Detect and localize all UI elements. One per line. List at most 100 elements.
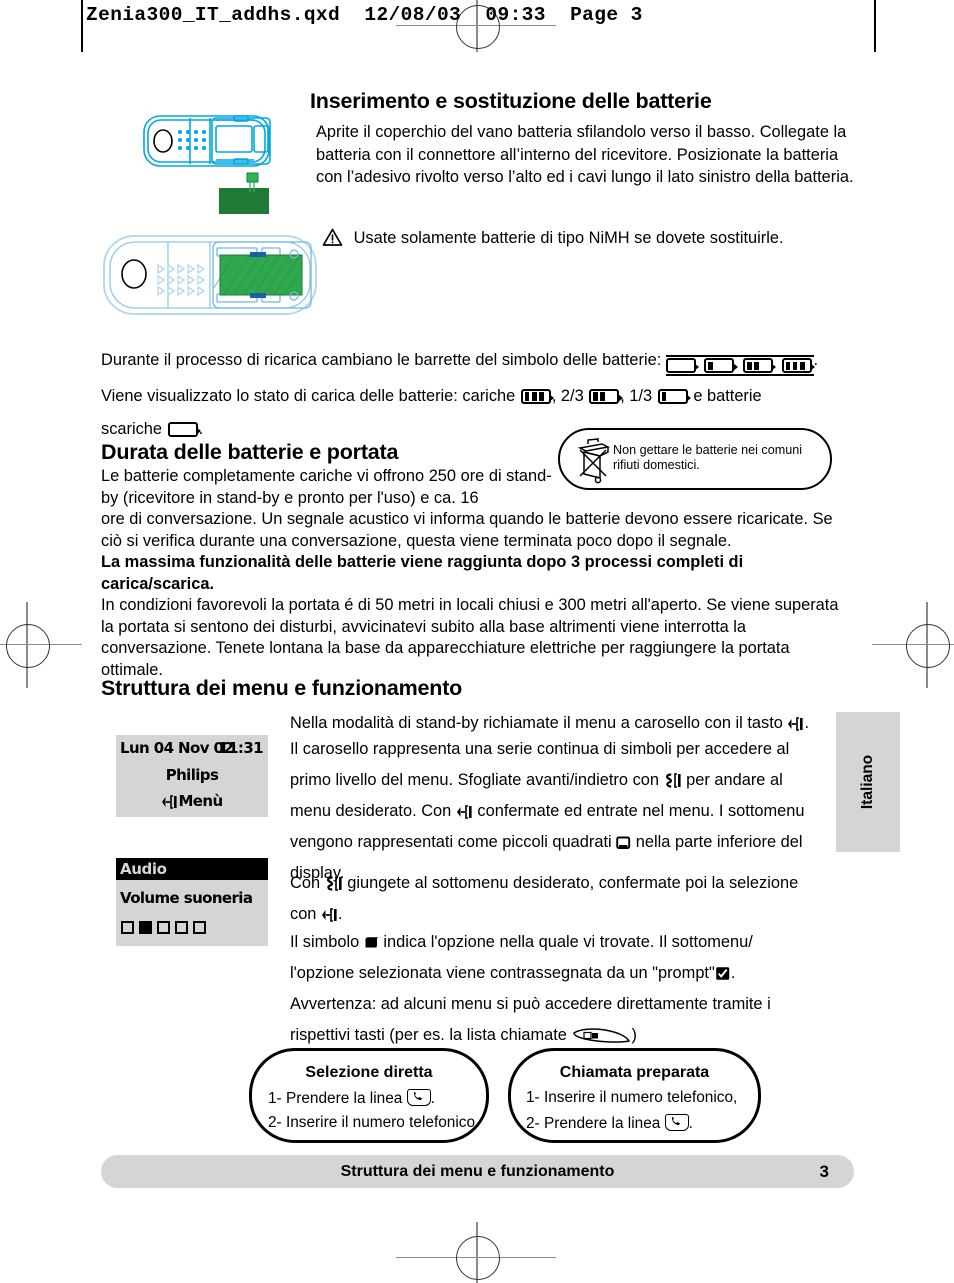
direct-dial-step-1-period: .: [430, 1090, 435, 1107]
menu-key-icon: [456, 804, 473, 826]
menu-text-4a: menu desiderato. Con: [290, 802, 452, 820]
menu-text-line-3: primo livello del menu. Sfogliate avanti…: [290, 770, 850, 795]
menu-text-7a: Con: [290, 874, 321, 892]
menu-text-9b: indica l'opzione nella quale vi trovate.…: [383, 933, 753, 951]
filled-square-icon: [139, 921, 152, 934]
prepared-call-step-2-period: .: [688, 1115, 693, 1132]
menu-text-line-7: Con giungete al sottomenu desiderato, co…: [290, 873, 850, 898]
menu-text-8a: con: [290, 905, 317, 923]
menu-text-1a: Nella modalità di stand-by richiamate il…: [290, 714, 783, 732]
charge-state-line: Viene visualizzato lo stato di carica de…: [101, 386, 871, 408]
menu-text-1b: .: [804, 714, 809, 732]
duration-paragraph-2: ore di conversazione. Un segnale acustic…: [101, 510, 833, 550]
direct-dial-step-2: 2- Inserire il numero telefonico.: [268, 1114, 480, 1131]
charging-sequence-line: Durante il processo di ricarica cambiano…: [101, 350, 871, 377]
menu-text-5b: nella parte inferiore del: [635, 833, 803, 851]
battery-one-third-icon: [704, 358, 738, 374]
battery-full-icon: [781, 358, 816, 374]
menu-text-line-5: vengono rappresentati come piccoli quadr…: [290, 832, 850, 857]
prompt-checkbox-icon: [715, 966, 731, 988]
menu-key-icon: [161, 795, 178, 813]
menu-text-line-1: Nella modalità di stand-by richiamate il…: [290, 708, 850, 742]
footer-title: Struttura dei menu e funzionamento: [340, 1163, 615, 1180]
lcd-standby-display: Lun 04 Nov 02 11:31 Philips Menù: [116, 735, 268, 817]
menu-text-10a: l'opzione selezionata viene contrassegna…: [290, 964, 715, 982]
handset-illustration-battery-installed: [100, 228, 325, 323]
menu-text-3a: primo livello del menu. Sfogliate avanti…: [290, 771, 659, 789]
menu-text-12a: rispettivi tasti (per es. la lista chiam…: [290, 1026, 567, 1044]
lcd-standby-brand: Philips: [165, 766, 219, 784]
footer-page-number: 3: [819, 1162, 829, 1181]
lcd-menu-item: Volume suoneria: [120, 889, 253, 907]
prepared-call-step-1: 1- Inserire il numero telefonico,: [526, 1089, 738, 1106]
lcd-menu-display: Audio Volume suoneria: [116, 858, 268, 946]
menu-text-9a: Il simbolo: [290, 933, 360, 951]
language-tab-italiano: Italiano: [836, 712, 900, 852]
battery-one-third-state-icon: [657, 389, 692, 404]
small-square-icon: [121, 921, 134, 934]
lcd-standby-time: 11:31: [218, 739, 263, 757]
menu-text-line-11: Avvertenza: ad alcuni menu si può accede…: [290, 995, 771, 1013]
pickup-line-key-icon: [406, 1089, 431, 1106]
page-content: Inserimento e sostituzione delle batteri…: [0, 0, 954, 1283]
menu-text-line-4: menu desiderato. Con confermate ed entra…: [290, 801, 850, 826]
direct-dial-title: Selezione diretta: [305, 1064, 433, 1081]
charge-state-text-mid3: e batterie: [693, 387, 762, 405]
direct-dial-step-1-text: 1- Prendere la linea: [268, 1090, 403, 1107]
battery-empty-state-icon: [167, 422, 202, 437]
lcd-standby-date: Lun 04 Nov 02: [120, 739, 234, 757]
menu-text-12b: ): [631, 1026, 637, 1044]
battery-empty-icon: [665, 358, 700, 374]
charge-state-text-mid2: , 1/3: [620, 387, 653, 405]
menu-text-line-8: con .: [290, 904, 850, 929]
battery-two-thirds-state-icon: [589, 389, 623, 404]
charge-state-empty-line: scariche .: [101, 419, 501, 441]
prepared-call-step-2-text: 2- Prendere la linea: [526, 1115, 661, 1132]
pickup-line-key-icon: [664, 1114, 689, 1131]
battery-disposal-line-1: Non gettare le batterie nei comuni: [613, 443, 803, 457]
small-square-icon: [175, 921, 188, 934]
direct-dial-bubble: Selezione diretta 1- Prendere la linea .…: [249, 1048, 489, 1143]
handset-illustration-battery-connector: [104, 108, 304, 218]
menu-text-line-10: l'opzione selezionata viene contrassegna…: [290, 963, 850, 988]
menu-text-4b: confermate ed entrate nel menu. I sottom…: [477, 802, 805, 820]
menu-text-7b: giungete al sottomenu desiderato, confer…: [347, 874, 799, 892]
duration-paragraph-bold: La massima funzionalità delle batterie v…: [101, 553, 744, 593]
menu-key-icon: [787, 711, 804, 742]
charge-state-text-mid1: , 2/3: [551, 387, 584, 405]
prepared-call-step-2: 2- Prendere la linea .: [526, 1114, 693, 1133]
prepared-call-bubble: Chiamata preparata 1- Inserire il numero…: [508, 1048, 761, 1143]
battery-warning-line: Usate solamente batterie di tipo NiMH se…: [322, 228, 862, 250]
lcd-standby-softkey-label: Menù: [178, 792, 223, 810]
battery-warning-text: Usate solamente batterie di tipo NiMH se…: [353, 229, 784, 247]
lcd-menu-header-bar: Audio: [116, 858, 268, 880]
menu-section-title: Struttura dei menu e funzionamento: [101, 676, 463, 700]
menu-text-line-2: Il carosello rappresenta una serie conti…: [290, 740, 790, 758]
menu-text-8b: .: [338, 905, 343, 923]
small-square-icon: [157, 921, 170, 934]
direct-dial-step-1: 1- Prendere la linea .: [268, 1089, 435, 1108]
page-footer-bar: Struttura dei menu e funzionamento 3: [101, 1155, 854, 1188]
duration-section-title: Durata delle batterie e portata: [101, 440, 399, 464]
menu-key-icon: [321, 907, 338, 929]
charging-sequence-text: Durante il processo di ricarica cambiano…: [101, 351, 662, 369]
duration-paragraph-1: Le batterie completamente cariche vi off…: [101, 467, 552, 507]
warning-triangle-icon: [322, 228, 343, 247]
battery-disposal-line-2: rifiuti domestici.: [613, 458, 700, 472]
crossed-out-trash-icon: [572, 436, 616, 484]
battery-disposal-text: Non gettare le batterie nei comuni rifiu…: [613, 443, 828, 473]
battery-intro-paragraph: Aprite il coperchio del vano batteria sf…: [316, 123, 854, 186]
battery-section-title: Inserimento e sostituzione delle batteri…: [310, 89, 712, 113]
menu-text-3b: per andare al: [686, 771, 783, 789]
battery-two-thirds-icon: [742, 358, 777, 374]
battery-charging-sequence-icons: [665, 355, 816, 377]
menu-text-line-9: Il simbolo indica l'opzione nella quale …: [290, 932, 850, 957]
charge-state-text-pre: Viene visualizzato lo stato di carica de…: [101, 387, 516, 405]
lcd-standby-softkey: Menù: [116, 792, 268, 813]
scroll-key-icon: [325, 876, 343, 898]
menu-text-10b: .: [730, 964, 736, 982]
scroll-key-icon: [664, 773, 682, 795]
battery-full-state-icon: [520, 389, 555, 404]
small-square-icon: [193, 921, 206, 934]
charge-state-empty-pre: scariche: [101, 420, 163, 438]
